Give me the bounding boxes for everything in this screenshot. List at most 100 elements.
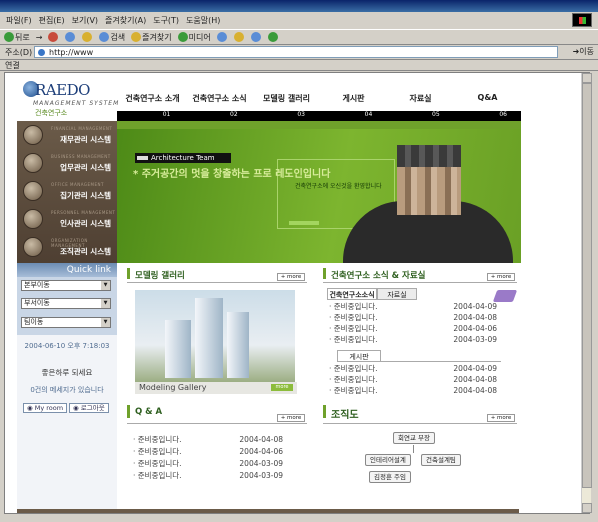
menu-edit[interactable]: 편집(E) (39, 15, 65, 26)
logo-subtitle: MANAGEMENT SYSTEM (33, 100, 120, 107)
menu-label: 인사관리 시스템 (60, 219, 111, 228)
nav-num: 02 (230, 111, 238, 118)
book-icon (492, 290, 518, 302)
media-button[interactable]: 미디어 (177, 32, 211, 43)
logout-button[interactable]: ◉ 로그아웃 (69, 403, 109, 413)
menu-finance[interactable]: FINANCIAL MANAGEMENT 재무관리 시스템 (17, 121, 117, 149)
nav-archive[interactable]: 자료실 (387, 93, 454, 107)
hero-mini-bar (289, 221, 319, 225)
list-item[interactable]: · 준비중입니다. 2004-04-09 (329, 364, 497, 374)
org-node-interior[interactable]: 인테리어설계 (365, 454, 411, 466)
quick-link-title: Quick link (17, 263, 117, 277)
menu-file[interactable]: 파일(F) (6, 15, 32, 26)
news-section: 건축연구소 소식 & 자료실 + more 건축연구소소식 자료실 · 준비중입… (323, 268, 519, 398)
stop-icon[interactable] (48, 32, 59, 42)
hero-slogan: * 주거공간의 멋을 창출하는 프로 레도인입니다 (133, 169, 331, 180)
divider (323, 423, 517, 424)
organization-icon (23, 237, 43, 257)
menu-en-label: BUSINESS MANAGEMENT (51, 154, 111, 159)
team-select[interactable]: 팀이동 (21, 317, 111, 328)
menu-business[interactable]: BUSINESS MANAGEMENT 업무관리 시스템 (17, 149, 117, 177)
back-button[interactable]: 뒤로 (4, 32, 30, 43)
nav-num: 03 (297, 111, 305, 118)
nav-board[interactable]: 게시판 (320, 93, 387, 107)
qna-title: Q & A (135, 407, 163, 417)
list-item[interactable]: · 준비중입니다. 2004-03-09 (133, 471, 283, 481)
gallery-section: 모델링 갤러리 + more Modeling Gallery more (127, 268, 317, 398)
forward-button[interactable]: → (36, 33, 43, 42)
nav-qna[interactable]: Q&A (454, 93, 521, 107)
menu-office[interactable]: OFFICE MANAGEMENT 집기관리 시스템 (17, 177, 117, 205)
nav-news[interactable]: 건축연구소 소식 (186, 93, 253, 107)
search-button[interactable]: 검색 (99, 32, 125, 43)
main-nav: 건축연구소 소개 건축연구소 소식 모델링 갤러리 게시판 자료실 Q&A (119, 93, 521, 107)
go-button[interactable]: ➜이동 (573, 46, 594, 57)
message-count-text[interactable]: 0건의 메세지가 있습니다 (17, 385, 117, 395)
menu-organization[interactable]: ORGANIZATION MANAGEMENT 조직관리 시스템 (17, 233, 117, 261)
menu-favorites[interactable]: 즐겨찾기(A) (105, 15, 146, 26)
list-item[interactable]: · 준비중입니다. 2004-04-09 (329, 302, 497, 312)
vertical-scrollbar[interactable] (581, 73, 592, 513)
news-more-button[interactable]: + more (487, 273, 515, 281)
scroll-down-icon[interactable] (582, 503, 592, 513)
gallery-title: 모델링 갤러리 (135, 271, 185, 281)
office-icon (23, 181, 43, 201)
site-logo[interactable]: RAEDO MANAGEMENT SYSTEM 건축연구소 (23, 81, 123, 117)
list-item[interactable]: · 준비중입니다. 2004-03-09 (133, 459, 283, 469)
list-item[interactable]: · 준비중입니다. 2004-04-08 (329, 386, 497, 396)
list-item[interactable]: · 준비중입니다. 2004-04-06 (133, 447, 283, 457)
dept-select[interactable]: 부서이동 (21, 298, 111, 309)
menu-bar: 파일(F) 편집(E) 보기(V) 즐겨찾기(A) 도구(T) 도움말(H) (0, 12, 598, 28)
edit-icon[interactable] (267, 32, 278, 42)
links-bar[interactable]: 연결 (0, 60, 598, 71)
myroom-button[interactable]: ◉ My room (23, 403, 68, 413)
finance-icon (23, 125, 43, 145)
logo-korean: 건축연구소 (35, 109, 68, 117)
list-item[interactable]: · 준비중입니다. 2004-03-09 (329, 335, 497, 345)
gallery-image[interactable] (135, 290, 295, 382)
section-marker (127, 405, 130, 418)
qna-more-button[interactable]: + more (277, 414, 305, 422)
building-shape (227, 312, 249, 378)
menu-tools[interactable]: 도구(T) (153, 15, 179, 26)
org-more-button[interactable]: + more (487, 414, 515, 422)
history-icon[interactable] (216, 32, 227, 42)
list-item[interactable]: · 준비중입니다. 2004-04-08 (329, 375, 497, 385)
logo-text: RAEDO (35, 81, 90, 99)
gallery-caption-more[interactable]: more (271, 384, 293, 391)
list-item[interactable]: · 준비중입니다. 2004-04-08 (133, 435, 283, 445)
scroll-up-icon[interactable] (582, 73, 592, 83)
list-item[interactable]: · 준비중입니다. 2004-04-06 (329, 324, 497, 334)
org-node-head[interactable]: 회연교 부장 (393, 432, 435, 444)
tab-news[interactable]: 건축연구소소식 (327, 288, 377, 300)
menu-view[interactable]: 보기(V) (72, 15, 98, 26)
address-input[interactable]: http://www (34, 46, 558, 58)
print-icon[interactable] (250, 32, 261, 42)
tab-archive[interactable]: 자료실 (377, 288, 417, 300)
scroll-thumb[interactable] (582, 83, 592, 488)
green-band (117, 121, 521, 129)
favorites-button[interactable]: 즐겨찾기 (131, 32, 172, 43)
refresh-icon[interactable] (65, 32, 76, 42)
org-connector (413, 445, 414, 453)
nav-gallery[interactable]: 모델링 갤러리 (253, 93, 320, 107)
menu-help[interactable]: 도움말(H) (186, 15, 220, 26)
home-icon[interactable] (82, 32, 93, 42)
menu-personnel[interactable]: PERSONNEL MANAGEMENT 인사관리 시스템 (17, 205, 117, 233)
tab-board[interactable]: 게시판 (337, 350, 381, 362)
gallery-caption: Modeling Gallery more (135, 382, 297, 394)
gallery-more-button[interactable]: + more (277, 273, 305, 281)
divider (381, 361, 501, 362)
org-title: 조직도 (331, 410, 359, 421)
greeting-text: 좋은하루 되세요 (41, 368, 93, 377)
org-node-architecture[interactable]: 건축설계팀 (421, 454, 461, 466)
hero-photo (339, 135, 521, 263)
mail-icon[interactable] (233, 32, 244, 42)
list-item[interactable]: · 준비중입니다. 2004-04-08 (329, 313, 497, 323)
menu-en-label: PERSONNEL MANAGEMENT (51, 210, 116, 215)
divider (127, 423, 307, 424)
nav-intro[interactable]: 건축연구소 소개 (119, 93, 186, 107)
address-label: 주소(D) (5, 47, 33, 57)
org-node-member[interactable]: 김정훈 주임 (369, 471, 411, 483)
hq-select[interactable]: 본부이동 (21, 280, 111, 291)
